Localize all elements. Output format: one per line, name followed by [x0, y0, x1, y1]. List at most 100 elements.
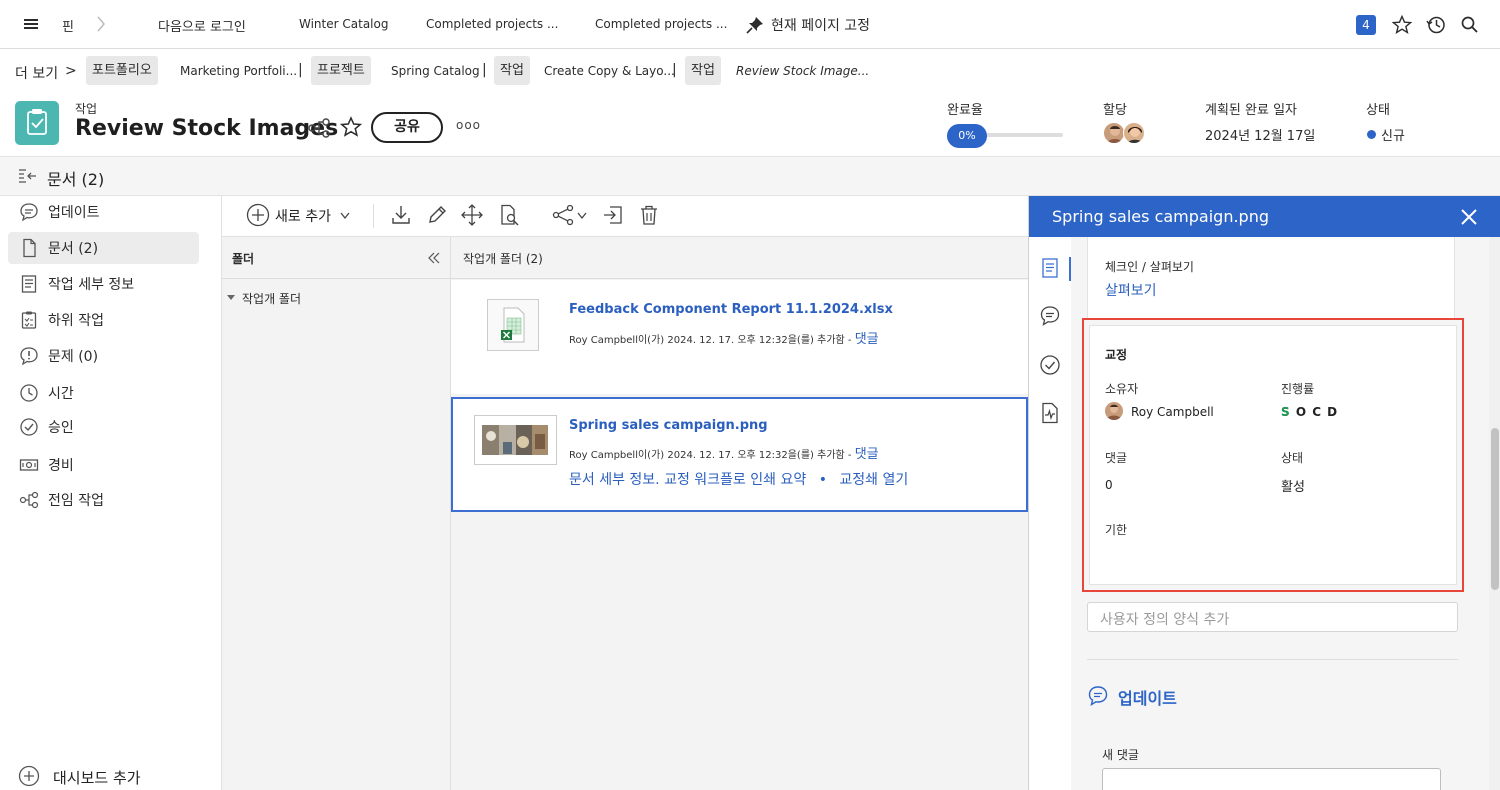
- sidebar-item-label: 승인: [48, 420, 74, 436]
- details-icon[interactable]: [1039, 257, 1061, 279]
- link-separator: •: [818, 472, 827, 488]
- file-meta-text: 이(가) 2024. 12. 17. 오후 12:32을(를) 추가함 -: [637, 450, 852, 461]
- sidebar-item-time[interactable]: 시간: [8, 377, 199, 409]
- pin-menu-label[interactable]: 핀: [62, 16, 74, 35]
- folders-header: 폴더: [222, 237, 450, 279]
- trash-icon[interactable]: [638, 204, 660, 226]
- section-divider: [1087, 659, 1458, 660]
- planned-completion-label: 계획된 완료 일자: [1205, 103, 1297, 118]
- subtask-icon: [19, 310, 39, 330]
- pushpin-icon[interactable]: [746, 16, 764, 34]
- owner-name: Roy Campbell: [1131, 405, 1214, 419]
- task-clipboard-icon: [15, 101, 59, 145]
- hamburger-icon[interactable]: [24, 17, 38, 31]
- sidebar-item-task-details[interactable]: 작업 세부 정보: [8, 268, 199, 300]
- document-activity-icon[interactable]: [1039, 402, 1061, 424]
- breadcrumb: 더 보기 > 포트폴리오 Marketing Portfoli... | 프로젝…: [0, 56, 1500, 88]
- speech-bubble-icon: [1087, 685, 1109, 707]
- sidebar-item-documents[interactable]: 문서 (2): [8, 232, 199, 264]
- chevron-down-icon[interactable]: [577, 212, 587, 220]
- comment-link[interactable]: 댓글: [855, 332, 879, 347]
- notification-badge[interactable]: 4: [1356, 15, 1376, 35]
- sidebar-item-label: 경비: [48, 458, 74, 474]
- checkin-label: 체크인 / 살펴보기: [1105, 260, 1194, 274]
- toolbar-divider: [373, 204, 374, 228]
- check-circle-icon[interactable]: [1039, 354, 1061, 376]
- comment-link[interactable]: 댓글: [855, 447, 879, 462]
- workflow-icon[interactable]: [308, 118, 330, 138]
- pin-current-page-button[interactable]: 현재 페이지 고정: [771, 15, 870, 35]
- plus-circle-icon: [18, 765, 40, 787]
- pinned-tab-completed-projects-1[interactable]: Completed projects ...: [426, 17, 558, 31]
- file-meta-user[interactable]: Roy Campbell: [569, 335, 638, 346]
- check-in-icon[interactable]: [602, 204, 624, 226]
- pinned-tab-completed-projects-2[interactable]: Completed projects ...: [595, 17, 727, 31]
- document-details-proof-summary-link[interactable]: 문서 세부 정보. 교정 워크플로 인쇄 요약: [569, 472, 806, 488]
- status-badge[interactable]: 신규: [1381, 125, 1405, 144]
- file-meta-user[interactable]: Roy Campbell: [569, 450, 638, 461]
- sidebar-item-updates[interactable]: 업데이트: [8, 196, 199, 228]
- task-header: 작업 Review Stock Images 공유 ooo 완료율 0% 할당 …: [0, 92, 1500, 156]
- custom-form-input[interactable]: 사용자 정의 양식 추가: [1087, 602, 1458, 632]
- add-new-label: 새로 추가: [275, 209, 331, 225]
- add-new-button[interactable]: 새로 추가: [246, 203, 376, 229]
- breadcrumb-divider: |: [298, 62, 303, 78]
- share-button[interactable]: 공유: [371, 112, 443, 143]
- preview-document-icon[interactable]: [498, 204, 520, 226]
- progress-step-complete-marker: S: [1281, 405, 1290, 419]
- collapse-panel-icon[interactable]: [428, 252, 440, 264]
- breadcrumb-project-chip: 프로젝트: [311, 56, 371, 85]
- move-arrows-icon[interactable]: [461, 204, 483, 226]
- sidebar-item-expenses[interactable]: 경비: [8, 449, 199, 481]
- close-icon[interactable]: [1461, 209, 1477, 225]
- search-icon[interactable]: [1461, 16, 1479, 34]
- avatar[interactable]: [1123, 122, 1145, 144]
- edit-pencil-icon[interactable]: [426, 204, 448, 226]
- share-icon[interactable]: [552, 204, 576, 226]
- list-item[interactable]: Feedback Component Report 11.1.2024.xlsx…: [451, 280, 1028, 394]
- pinned-tab-winter-catalog[interactable]: Winter Catalog: [299, 17, 388, 31]
- file-name-link[interactable]: Feedback Component Report 11.1.2024.xlsx: [569, 302, 893, 317]
- panel-scrollbar-thumb[interactable]: [1491, 428, 1499, 590]
- add-dashboard-button[interactable]: 대시보드 추가: [18, 764, 218, 788]
- sidebar-item-approvals[interactable]: 승인: [8, 411, 199, 443]
- speech-bubble-icon[interactable]: [1039, 305, 1061, 327]
- issue-icon: [19, 346, 39, 366]
- task-type-label: 작업: [75, 102, 98, 116]
- folder-tree-label: 작업개 폴더: [242, 292, 302, 306]
- history-icon[interactable]: [1426, 15, 1446, 35]
- check-circle-icon: [19, 417, 39, 437]
- files-header-label: 작업개 폴더 (2): [463, 252, 543, 266]
- download-icon[interactable]: [390, 204, 412, 226]
- file-name-link[interactable]: Spring sales campaign.png: [569, 418, 768, 433]
- open-proof-link[interactable]: 교정쇄 열기: [839, 472, 908, 488]
- favorite-star-icon[interactable]: [340, 116, 362, 138]
- avatar[interactable]: [1103, 122, 1125, 144]
- sidebar-item-subtasks[interactable]: 하위 작업: [8, 304, 199, 336]
- folder-tree-item[interactable]: 작업개 폴더: [227, 289, 437, 309]
- section-title-bar: 문서 (2): [0, 156, 1500, 196]
- breadcrumb-task-link[interactable]: Create Copy & Layo...: [544, 64, 675, 78]
- more-options-button[interactable]: ooo: [456, 118, 481, 132]
- new-comment-textarea[interactable]: [1102, 768, 1441, 790]
- login-as-link[interactable]: 다음으로 로그인: [158, 16, 246, 35]
- sidebar-item-issues[interactable]: 문제 (0): [8, 340, 199, 372]
- breadcrumb-portfolio-link[interactable]: Marketing Portfoli...: [180, 64, 297, 78]
- proof-status-label: 상태: [1281, 451, 1304, 465]
- new-comment-label: 새 댓글: [1102, 748, 1139, 762]
- due-label: 기한: [1105, 523, 1128, 537]
- files-panel: 작업개 폴더 (2) Feedback Component Report 11.…: [451, 237, 1028, 790]
- preview-link[interactable]: 살펴보기: [1105, 280, 1157, 300]
- panel-header: Spring sales campaign.png: [1029, 196, 1500, 237]
- panel-icon-rail: [1029, 237, 1071, 790]
- list-item[interactable]: Spring sales campaign.png Roy Campbell이(…: [451, 397, 1028, 512]
- breadcrumb-more[interactable]: 더 보기: [15, 63, 58, 83]
- panel-body: 체크인 / 살펴보기 살펴보기 교정 소유자 Roy Campbell 진행률 …: [1071, 237, 1500, 790]
- star-icon[interactable]: [1392, 15, 1412, 35]
- proof-status-value: 활성: [1281, 480, 1305, 495]
- details-icon: [19, 274, 39, 294]
- folders-panel: 폴더 작업개 폴더: [222, 237, 451, 790]
- breadcrumb-project-link[interactable]: Spring Catalog: [391, 64, 480, 78]
- collapse-sidebar-icon[interactable]: [18, 168, 38, 186]
- sidebar-item-predecessors[interactable]: 전임 작업: [8, 484, 199, 516]
